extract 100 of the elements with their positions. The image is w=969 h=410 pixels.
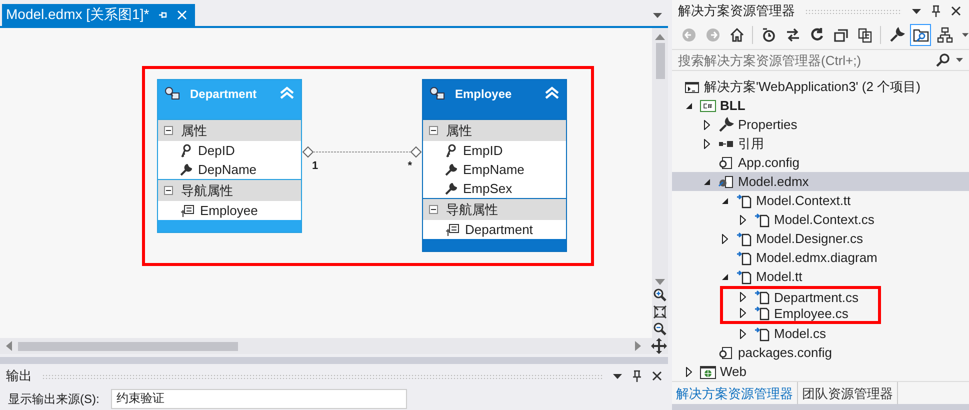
dropdown-icon[interactable] [613,374,622,378]
tree-item[interactable]: Model.tt [672,267,969,286]
scroll-down-icon[interactable] [655,279,665,285]
expander-icon[interactable] [164,126,173,135]
scrollbar-thumb[interactable] [18,342,238,350]
tree-item-label: Properties [738,117,798,132]
section-header[interactable]: 属性 [423,119,566,141]
tree-item[interactable]: Model.Designer.cs [672,229,969,248]
collapsed-icon[interactable] [740,214,746,225]
config-file-icon [718,154,734,171]
zoom-out-icon[interactable] [653,322,667,336]
collapsed-icon[interactable] [704,138,710,149]
wrench-icon [180,164,192,176]
pin-icon[interactable] [931,5,941,18]
panel-title: 解决方案资源管理器 [678,2,795,20]
navigation-icon [180,204,194,218]
expanded-icon[interactable] [703,178,711,186]
tree-item[interactable]: packages.config [672,343,969,362]
scroll-right-icon[interactable] [635,341,641,351]
expanded-icon[interactable] [721,272,729,281]
tree-item[interactable]: App.config [672,153,969,172]
tree-item[interactable]: 解决方案'WebApplication3' (2 个项目) [672,77,969,96]
navigation-icon [445,222,459,236]
collapsed-icon[interactable] [704,120,710,130]
tree-item[interactable]: 引用 [672,134,969,154]
dropdown-icon[interactable] [912,8,921,14]
tree-item[interactable]: BLL [672,96,969,116]
tree-item-label: Employee.cs [774,306,848,321]
wrench-icon [445,164,457,176]
collapsed-icon[interactable] [740,308,746,318]
multiplicity-label: 1 [312,160,318,172]
expander-icon[interactable] [429,205,438,214]
entity-shape[interactable]: Employee 属性 EmpID EmpName EmpSex 导航属性 Department [422,79,567,252]
property-name[interactable]: DepName [198,162,257,177]
config-file-icon [718,344,734,361]
key-icon [445,144,457,158]
close-icon[interactable] [951,6,961,16]
zoom-in-icon[interactable] [653,288,667,302]
property-name[interactable]: EmpName [463,162,524,177]
section-header[interactable]: 属性 [158,119,301,141]
search-icon[interactable] [936,53,950,68]
tree-item-label: App.config [738,155,800,170]
entity-icon [429,86,447,102]
tree-item[interactable]: Model.cs [672,324,969,344]
tree-item-label: Model.edmx [738,174,809,190]
close-icon[interactable] [652,371,662,381]
tree-item[interactable]: Employee.cs [720,305,881,324]
collapsed-icon[interactable] [686,366,692,377]
multiplicity-label: * [408,160,412,172]
file-icon [736,250,752,266]
tree-item-label: Web [720,364,746,380]
section-title: 导航属性 [446,200,498,218]
property-name[interactable]: Department [465,222,533,237]
source-label: 显示输出来源(S): [8,390,100,408]
web-project-icon [700,364,716,380]
section-header[interactable]: 导航属性 [423,198,566,220]
search-field[interactable]: 搜索解决方案资源管理器(Ctrl+;) [672,48,969,72]
file-icon [736,268,752,285]
section-header[interactable]: 导航属性 [158,179,301,201]
model-file-icon [718,174,734,190]
tree-item[interactable]: Web [672,362,969,382]
tree-item-label: packages.config [738,345,832,360]
expander-icon[interactable] [429,126,438,135]
collapsed-icon[interactable] [722,234,728,244]
tree-item-label: Model.tt [756,269,802,284]
tree-item[interactable]: Department.cs [720,286,881,306]
property-name[interactable]: DepID [198,143,235,158]
scroll-left-icon[interactable] [6,341,12,351]
pan-icon[interactable] [651,338,667,354]
dropdown-icon[interactable] [956,58,963,62]
dropdown-icon[interactable] [653,13,662,18]
dropdown-icon[interactable] [962,32,969,37]
file-icon [754,212,770,228]
tree-item[interactable]: Model.Context.tt [672,191,969,210]
file-icon [754,326,770,342]
file-icon [754,305,770,322]
show-files-icon[interactable] [910,24,932,46]
tree-item-label: 解决方案'WebApplication3' (2 个项目) [704,78,920,96]
expanded-icon[interactable] [721,196,729,205]
tree-item[interactable]: Model.edmx [672,172,969,192]
scroll-up-icon[interactable] [655,34,665,40]
collapsed-icon[interactable] [740,292,746,302]
expanded-icon[interactable] [685,102,693,110]
collapsed-icon[interactable] [740,328,746,339]
tree-item[interactable]: Properties [672,115,969,134]
pin-icon[interactable] [632,370,642,382]
entity-name: Department [190,86,258,102]
file-icon [754,289,770,306]
scrollbar-thumb[interactable] [656,43,664,79]
tree-item[interactable]: Model.Context.cs [672,210,969,230]
tree-item[interactable]: Model.edmx.diagram [672,248,969,268]
wrench-icon [718,116,734,133]
source-dropdown[interactable]: 约束验证 [111,389,408,409]
property-name[interactable]: EmpSex [463,181,512,196]
entity-shape[interactable]: Department 属性 DepID DepName 导航属性 Employee [157,79,302,233]
fit-icon[interactable] [653,305,667,319]
property-name[interactable]: EmpID [463,143,503,158]
expander-icon[interactable] [164,186,173,195]
association-line[interactable] [302,146,422,158]
property-name[interactable]: Employee [200,203,258,218]
